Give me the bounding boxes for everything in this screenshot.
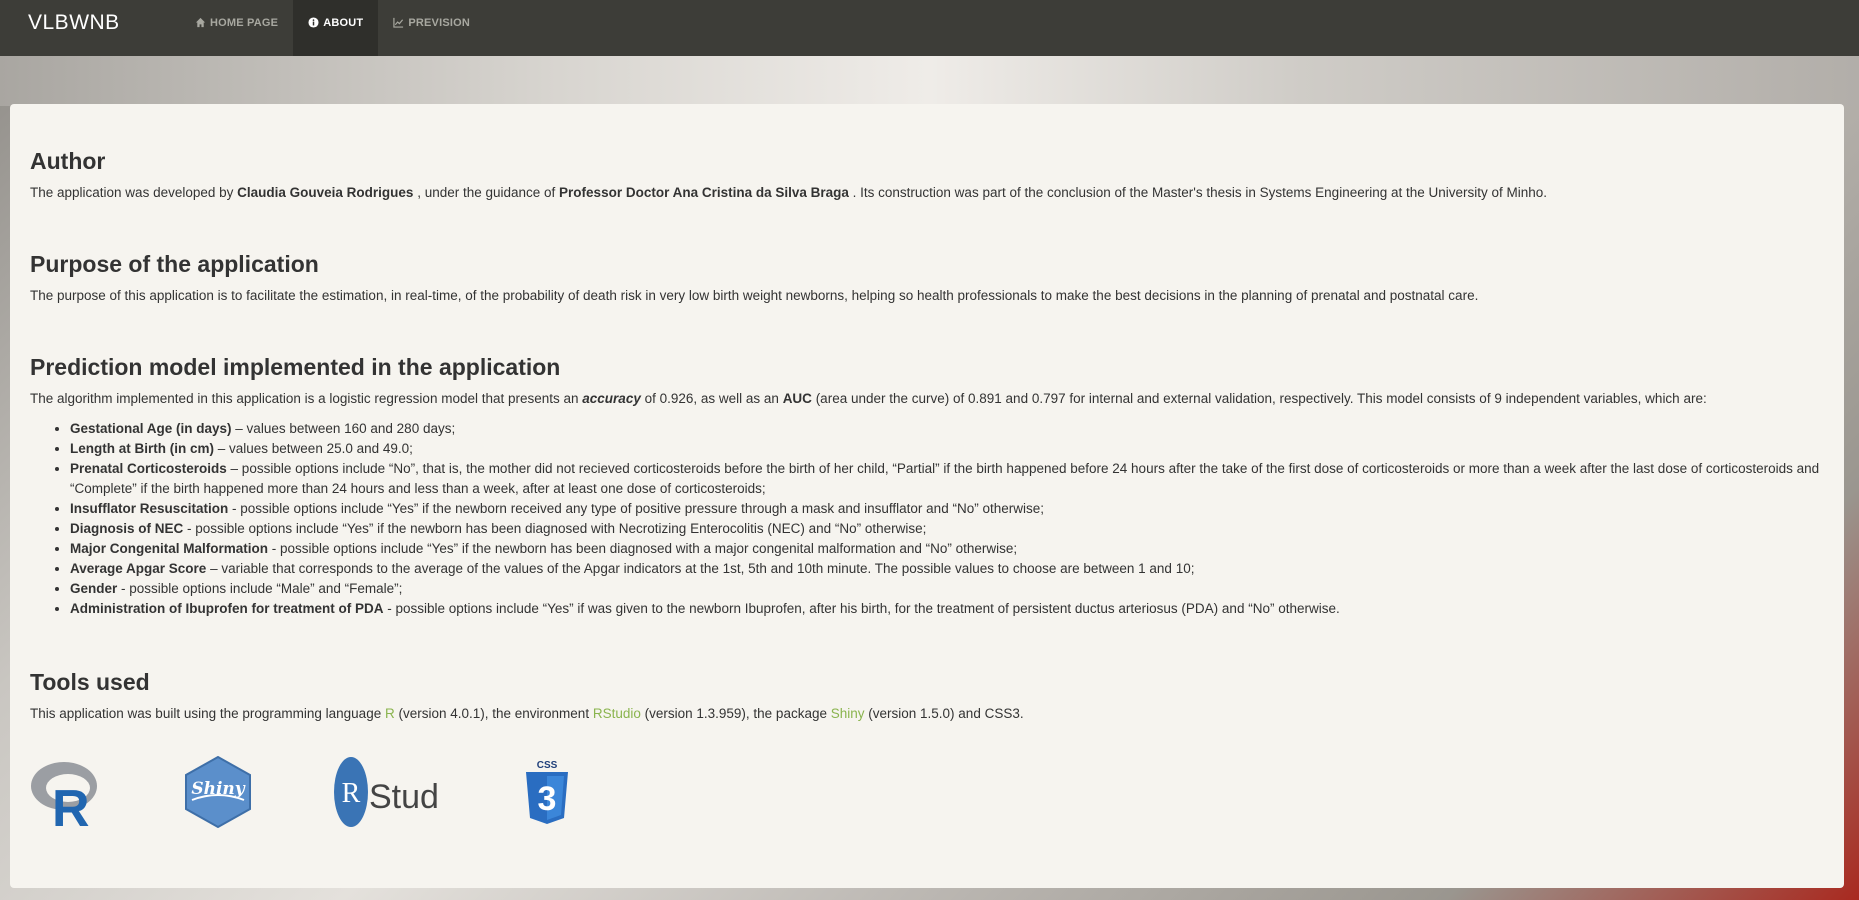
variable-desc: - possible options include “Yes” if the … <box>228 501 1044 516</box>
author-text: The application was developed by Claudia… <box>30 183 1824 203</box>
variable-desc: – variable that corresponds to the avera… <box>206 561 1195 576</box>
r-link[interactable]: R <box>385 706 395 721</box>
tools-text-part: (version 1.3.959), the package <box>640 706 831 721</box>
list-item: Insufflator Resuscitation - possible opt… <box>70 499 1824 519</box>
list-item: Major Congenital Malformation - possible… <box>70 539 1824 559</box>
variable-name: Gender <box>70 581 118 596</box>
list-item: Gender - possible options include “Male”… <box>70 579 1824 599</box>
auc-term: AUC <box>782 391 812 406</box>
rstudio-logo-icon: R Studio <box>334 757 437 827</box>
rstudio-logo-text: Studio <box>369 778 437 816</box>
info-icon <box>308 17 319 28</box>
svg-text:R: R <box>342 778 361 809</box>
tab-about-label: ABOUT <box>323 16 364 29</box>
list-item: Gestational Age (in days) – values betwe… <box>70 419 1824 439</box>
css3-logo-icon: CSS 3 <box>526 760 568 824</box>
author-text-part: . Its construction was part of the concl… <box>848 185 1548 200</box>
tools-text-part: This application was built using the pro… <box>30 706 385 721</box>
tools-text-part: (version 4.0.1), the environment <box>394 706 593 721</box>
model-heading: Prediction model implemented in the appl… <box>30 354 561 380</box>
variable-desc: - possible options include “Yes” if was … <box>383 601 1340 616</box>
home-icon <box>195 17 206 28</box>
tab-prevision-label: PREVISION <box>408 16 471 29</box>
model-text-part: The algorithm implemented in this applic… <box>30 391 583 406</box>
brand-title[interactable]: VLBWNB <box>28 0 120 45</box>
variable-desc: – values between 25.0 and 49.0; <box>214 441 413 456</box>
variable-name: Length at Birth (in cm) <box>70 441 214 456</box>
about-panel: Author The application was developed by … <box>10 104 1844 888</box>
shiny-logo-icon: Shiny <box>185 756 251 828</box>
model-text-part: of 0.926, as well as an <box>640 391 783 406</box>
nav-tabs: HOME PAGE ABOUT PREVISION <box>180 0 485 56</box>
tab-home-page[interactable]: HOME PAGE <box>180 0 293 45</box>
variable-desc: - possible options include “Yes” if the … <box>183 521 927 536</box>
list-item: Prenatal Corticosteroids – possible opti… <box>70 459 1824 499</box>
variable-desc: - possible options include “Male” and “F… <box>117 581 403 596</box>
r-logo-icon: R <box>31 762 97 828</box>
shiny-link[interactable]: Shiny <box>831 706 865 721</box>
accuracy-term: accuracy <box>582 391 641 406</box>
author-text-part: , under the guidance of <box>413 185 560 200</box>
tools-text: This application was built using the pro… <box>30 704 1824 724</box>
list-item: Diagnosis of NEC - possible options incl… <box>70 519 1824 539</box>
model-text-part: (area under the curve) of 0.891 and 0.79… <box>811 391 1707 406</box>
variable-name: Administration of Ibuprofen for treatmen… <box>70 601 384 616</box>
rstudio-link[interactable]: RStudio <box>593 706 641 721</box>
tools-text-part: (version 1.5.0) and CSS3. <box>864 706 1024 721</box>
list-item: Administration of Ibuprofen for treatmen… <box>70 599 1824 619</box>
variable-name: Prenatal Corticosteroids <box>70 461 227 476</box>
background-banner <box>0 56 1859 106</box>
line-chart-icon <box>393 17 404 28</box>
tab-home-page-label: HOME PAGE <box>210 16 279 29</box>
variable-desc: - possible options include “Yes” if the … <box>268 541 1018 556</box>
model-text: The algorithm implemented in this applic… <box>30 389 1824 409</box>
r-logo-letter: R <box>52 780 90 828</box>
css3-logo-number: 3 <box>538 780 557 818</box>
tab-prevision[interactable]: PREVISION <box>378 0 485 45</box>
tab-about[interactable]: ABOUT <box>293 0 379 56</box>
advisor-name: Professor Doctor Ana Cristina da Silva B… <box>559 185 849 200</box>
author-name: Claudia Gouveia Rodrigues <box>237 185 414 200</box>
variable-name: Major Congenital Malformation <box>70 541 269 556</box>
author-heading: Author <box>30 148 106 174</box>
variable-name: Diagnosis of NEC <box>70 521 184 536</box>
variable-name: Insufflator Resuscitation <box>70 501 229 516</box>
shiny-logo-text: Shiny <box>191 779 245 799</box>
css3-logo-label: CSS <box>537 760 558 771</box>
list-item: Average Apgar Score – variable that corr… <box>70 559 1824 579</box>
author-text-part: The application was developed by <box>30 185 238 200</box>
variables-list: Gestational Age (in days) – values betwe… <box>30 419 1824 619</box>
list-item: Length at Birth (in cm) – values between… <box>70 439 1824 459</box>
variable-desc: – values between 160 and 280 days; <box>231 421 456 436</box>
variable-desc: – possible options include “No”, that is… <box>70 461 1820 496</box>
variable-name: Gestational Age (in days) <box>70 421 232 436</box>
navbar: VLBWNB HOME PAGE ABOUT PREVISION <box>0 0 1859 56</box>
variable-name: Average Apgar Score <box>70 561 207 576</box>
purpose-text: The purpose of this application is to fa… <box>30 288 1479 303</box>
purpose-heading: Purpose of the application <box>30 251 319 277</box>
tools-heading: Tools used <box>30 669 150 695</box>
